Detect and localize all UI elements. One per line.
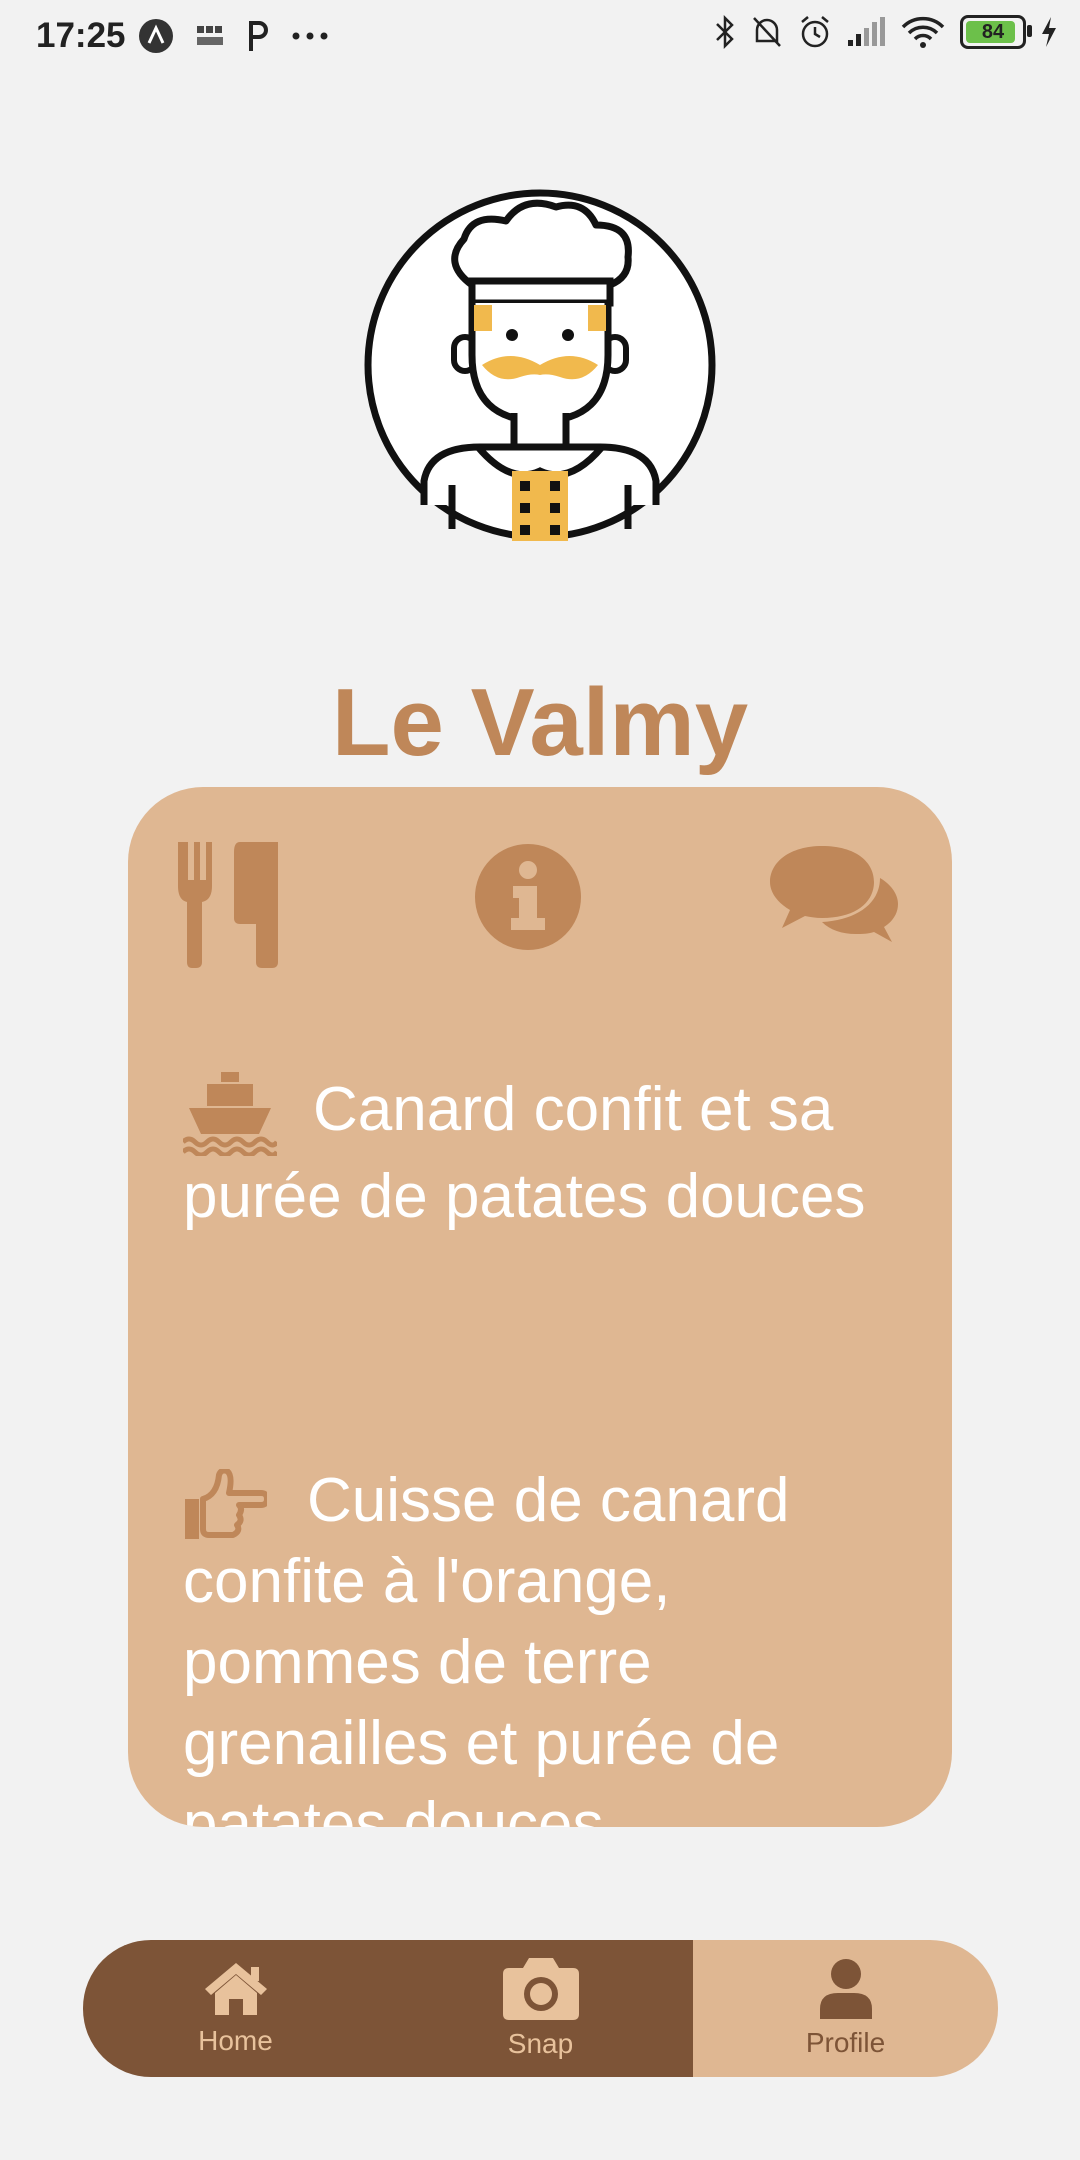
dish-text: Canard confit et sa purée de patates dou… (183, 1075, 866, 1231)
signal-icon (848, 17, 885, 46)
battery-icon: 84 (960, 15, 1032, 49)
hand-point-right-icon (185, 1468, 267, 1539)
user-icon (819, 1958, 872, 2019)
status-bar: 17:25 84 (0, 0, 1080, 80)
app-icon (139, 19, 173, 53)
wifi-icon (901, 16, 945, 48)
home-icon (204, 1962, 267, 2015)
comments-icon[interactable] (770, 842, 900, 944)
bottom-navigation: Home Snap Profile (83, 1940, 998, 2077)
utensils-icon[interactable] (178, 842, 278, 968)
dish-item: Canard confit et sa purée de patates dou… (183, 1069, 903, 1237)
nav-snap[interactable]: Snap (388, 1940, 693, 2077)
nav-home-label: Home (198, 2024, 273, 2056)
restaurant-name: Le Valmy (331, 669, 749, 776)
more-icon (292, 32, 328, 40)
info-icon[interactable] (473, 842, 583, 952)
nav-snap-label: Snap (507, 2027, 574, 2059)
status-time: 17:25 (36, 16, 126, 55)
dish-item: Cuisse de canard confite à l'orange, pom… (183, 1460, 903, 1827)
bluetooth-icon (716, 14, 734, 50)
alarm-icon (801, 16, 829, 48)
mute-icon (753, 17, 781, 47)
nav-profile[interactable]: Profile (693, 1940, 998, 2077)
ship-icon (183, 1071, 277, 1156)
dish-text: Cuisse de canard confite à l'orange, pom… (183, 1466, 790, 1827)
p-icon (249, 21, 268, 51)
bbc-news-icon (197, 26, 223, 45)
menu-card: Canard confit et sa purée de patates dou… (128, 787, 952, 1827)
nav-profile-label: Profile (805, 2026, 886, 2058)
nav-home[interactable]: Home (83, 1940, 388, 2077)
chef-avatar (364, 189, 716, 541)
charging-icon (1042, 17, 1056, 47)
card-tabs (128, 787, 952, 977)
battery-level: 84 (981, 20, 1005, 43)
camera-icon (502, 1957, 579, 2020)
